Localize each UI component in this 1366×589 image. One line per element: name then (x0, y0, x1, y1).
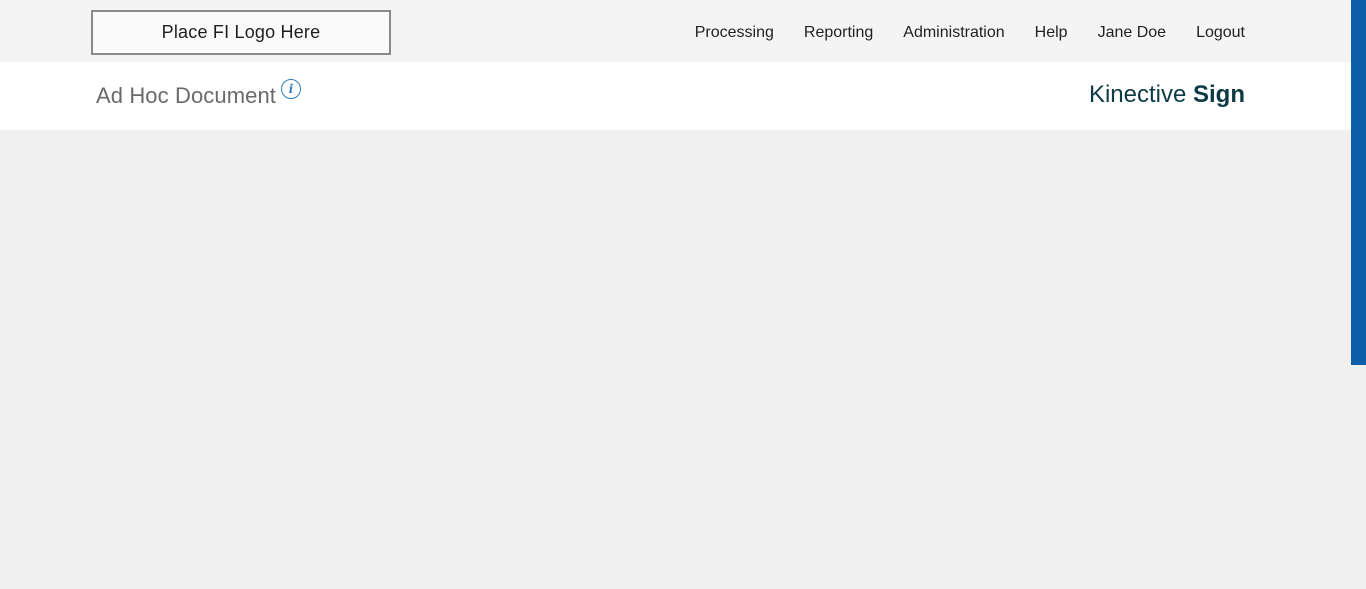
fi-logo-placeholder[interactable]: Place FI Logo Here (91, 10, 391, 55)
main-nav: Processing Reporting Administration Help… (665, 0, 1245, 66)
brand-name-bold: Sign (1193, 81, 1245, 108)
page-header: Ad Hoc Document i Kinective Sign (0, 62, 1351, 130)
nav-user-name[interactable]: Jane Doe (1098, 24, 1167, 42)
fi-logo-text: Place FI Logo Here (161, 22, 321, 42)
nav-logout[interactable]: Logout (1196, 24, 1245, 42)
nav-processing[interactable]: Processing (695, 24, 774, 42)
brand-name-regular: Kinective (1088, 81, 1187, 108)
page-title: Ad Hoc Document (96, 83, 277, 108)
scrollbar-thumb[interactable] (1351, 0, 1366, 365)
nav-reporting[interactable]: Reporting (804, 24, 873, 42)
vertical-scrollbar[interactable] (1351, 0, 1366, 589)
nav-help[interactable]: Help (1035, 24, 1068, 42)
brand-logo: Kinective Sign (1089, 81, 1245, 109)
info-icon[interactable]: i (281, 79, 301, 99)
main-content-area (0, 130, 1351, 589)
nav-administration[interactable]: Administration (903, 24, 1004, 42)
top-navigation-bar: Place FI Logo Here Processing Reporting … (0, 0, 1351, 62)
